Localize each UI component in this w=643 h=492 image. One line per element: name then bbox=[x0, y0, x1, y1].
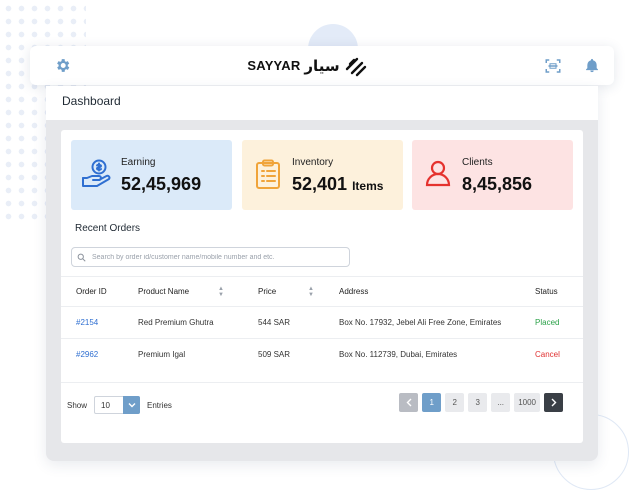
column-header-status[interactable]: Status bbox=[535, 277, 558, 306]
hand-coin-icon bbox=[81, 158, 113, 190]
table-header-row: Order ID Product Name ▲ ▼ Price ▲ ▼ Addres… bbox=[61, 276, 583, 306]
pagination: 1 2 3 ... 1000 bbox=[399, 393, 563, 412]
stat-value: 52,45,969 bbox=[121, 174, 202, 194]
search-icon bbox=[77, 253, 86, 262]
sort-arrows-icon[interactable]: ▲ ▼ bbox=[218, 277, 224, 306]
logo-mark-icon bbox=[344, 55, 368, 77]
column-header-label: Product Name bbox=[138, 287, 190, 296]
table-row[interactable]: #2962 Premium Igal 509 SAR Box No. 11273… bbox=[61, 338, 583, 370]
column-header-address[interactable]: Address bbox=[339, 277, 368, 306]
address: Box No. 17932, Jebel Ali Free Zone, Emir… bbox=[339, 318, 502, 327]
column-header-product-name[interactable]: Product Name bbox=[138, 277, 189, 306]
entries-select[interactable]: 10 bbox=[94, 396, 141, 414]
page-button-2[interactable]: 2 bbox=[445, 393, 465, 412]
address: Box No. 112739, Dubai, Emirates bbox=[339, 350, 458, 359]
orders-table: Order ID Product Name ▲ ▼ Price ▲ ▼ Addres… bbox=[61, 276, 583, 370]
sort-arrows-icon[interactable]: ▲ ▼ bbox=[308, 277, 314, 306]
stat-value: 8,45,856 bbox=[462, 174, 533, 194]
top-header: SAYYAR سيار bbox=[30, 46, 614, 85]
stat-label: Earning bbox=[121, 157, 156, 168]
page-ellipsis: ... bbox=[491, 393, 511, 412]
brand-name-en: SAYYAR bbox=[247, 58, 301, 73]
page-title: Dashboard bbox=[62, 94, 121, 108]
status-badge: Cancel bbox=[535, 350, 560, 359]
chevron-left-icon bbox=[406, 398, 412, 407]
dashboard-header: Dashboard bbox=[46, 86, 598, 120]
search-box bbox=[71, 247, 350, 267]
brand-logo: SAYYAR سيار bbox=[247, 55, 367, 77]
stat-label: Inventory bbox=[292, 157, 334, 168]
product-name: Red Premium Ghutra bbox=[138, 318, 214, 327]
order-id-link[interactable]: #2962 bbox=[76, 339, 98, 370]
order-id-link[interactable]: #2154 bbox=[76, 307, 98, 338]
stat-card-inventory: Inventory 52,401 Items bbox=[242, 140, 403, 210]
dashboard-panel: Dashboard Earning 52,45,969 Inventory 52… bbox=[46, 86, 598, 461]
pagination-bar: Show 10 Entries 1 2 3 ... 1000 bbox=[61, 382, 583, 414]
brand-name-ar: سيار bbox=[304, 57, 340, 75]
chevron-down-icon[interactable] bbox=[123, 396, 141, 414]
stat-number: 52,401 bbox=[292, 174, 348, 194]
gear-icon[interactable] bbox=[54, 57, 71, 74]
product-name: Premium Igal bbox=[138, 350, 186, 359]
user-icon bbox=[422, 158, 454, 190]
page-button-last[interactable]: 1000 bbox=[514, 393, 540, 412]
stat-unit: Items bbox=[352, 179, 384, 193]
app-screenshot: SAYYAR سيار Dashboard Earning 52,45,969 … bbox=[0, 0, 643, 492]
scan-icon[interactable] bbox=[544, 57, 562, 75]
column-header-label: Price bbox=[258, 287, 277, 296]
previous-page-button[interactable] bbox=[399, 393, 419, 412]
next-page-button[interactable] bbox=[544, 393, 563, 412]
entries-control: Show 10 Entries bbox=[67, 396, 172, 414]
chevron-right-icon bbox=[551, 398, 556, 407]
stat-label: Clients bbox=[462, 157, 493, 168]
bell-icon[interactable] bbox=[584, 57, 600, 74]
entries-value: 10 bbox=[101, 400, 110, 410]
stat-card-earning: Earning 52,45,969 bbox=[71, 140, 232, 210]
section-title-recent-orders: Recent Orders bbox=[75, 223, 141, 234]
stat-card-clients: Clients 8,45,856 bbox=[412, 140, 573, 210]
page-button-3[interactable]: 3 bbox=[468, 393, 488, 412]
search-input[interactable] bbox=[92, 253, 342, 261]
header-actions bbox=[544, 57, 600, 75]
dashboard-card: Earning 52,45,969 Inventory 52,401 Items… bbox=[61, 130, 583, 443]
column-header-price[interactable]: Price bbox=[258, 277, 276, 306]
page-button-1[interactable]: 1 bbox=[422, 393, 442, 412]
entries-label: Entries bbox=[147, 400, 172, 410]
show-label: Show bbox=[67, 400, 88, 410]
table-row[interactable]: #2154 Red Premium Ghutra 544 SAR Box No.… bbox=[61, 306, 583, 338]
price: 509 SAR bbox=[258, 350, 291, 359]
stat-value: 52,401 Items bbox=[292, 174, 383, 195]
column-header-order-id[interactable]: Order ID bbox=[76, 277, 107, 306]
price: 544 SAR bbox=[258, 318, 291, 327]
clipboard-list-icon bbox=[252, 158, 284, 190]
status-badge: Placed bbox=[535, 318, 560, 327]
